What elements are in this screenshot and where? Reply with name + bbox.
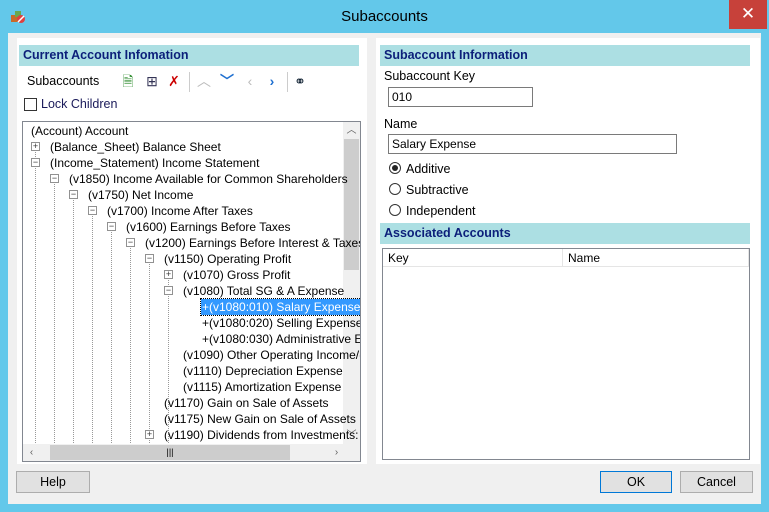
cancel-button[interactable]: Cancel <box>680 471 753 493</box>
tree-item-label: (v1175) New Gain on Sale of Assets <box>164 412 356 426</box>
name-label: Name <box>384 117 418 131</box>
collapse-icon[interactable]: − <box>145 254 154 263</box>
subaccount-info-header: Subaccount Information <box>380 45 750 66</box>
tree-item-label: (v1190) Dividends from Investments: Comm… <box>164 428 360 442</box>
collapse-icon[interactable]: − <box>107 222 116 231</box>
independent-radio[interactable] <box>389 204 401 216</box>
column-header-name[interactable]: Name <box>563 249 749 267</box>
insert-icon[interactable]: ⊞ <box>143 72 161 90</box>
move-up-icon[interactable]: ︿ <box>195 72 213 90</box>
column-header-key[interactable]: Key <box>383 249 563 267</box>
horizontal-scroll-thumb[interactable]: ||| <box>50 445 290 460</box>
tree-guide-line <box>35 147 36 445</box>
independent-label: Independent <box>406 204 476 218</box>
tree-guide-line <box>130 243 131 445</box>
tree-item-label: +(v1080:010) Salary Expense <box>199 298 361 316</box>
current-account-header: Current Account Infomation <box>19 45 359 66</box>
associated-accounts-grid[interactable]: Key Name <box>382 248 750 460</box>
tree-item-label: (v1700) Income After Taxes <box>107 204 253 218</box>
tree-item-label: (v1750) Net Income <box>88 188 194 202</box>
tree-guide-line <box>54 179 55 445</box>
tree-item-label: (Account) Account <box>31 124 129 138</box>
tree-item-label: (v1200) Earnings Before Interest & Taxes <box>145 236 361 250</box>
lock-children-label: Lock Children <box>41 97 118 111</box>
tree-guide-line <box>92 211 93 445</box>
ok-button[interactable]: OK <box>600 471 672 493</box>
tree-item-label: (v1600) Earnings Before Taxes <box>126 220 291 234</box>
close-icon[interactable]: ✕ <box>729 0 767 29</box>
collapse-icon[interactable]: − <box>50 174 59 183</box>
collapse-icon[interactable]: − <box>164 286 173 295</box>
tree-item-label: (v1080) Total SG & A Expense <box>183 284 345 298</box>
tree-item-label: (v1090) Other Operating Income/(Expense) <box>183 348 361 362</box>
collapse-icon[interactable]: − <box>31 158 40 167</box>
tree-item-label: (Balance_Sheet) Balance Sheet <box>50 140 221 154</box>
subaccount-key-label: Subaccount Key <box>384 69 476 83</box>
tree-item-label: (v1115) Amortization Expense <box>183 380 342 394</box>
toolbar-separator <box>287 72 288 92</box>
tree-guide-line <box>73 195 74 445</box>
binoculars-find-icon[interactable]: ⚭ <box>291 72 309 90</box>
delete-document-icon[interactable]: ✗ <box>165 72 183 90</box>
subaccount-key-input[interactable]: 010 <box>388 87 533 107</box>
collapse-icon[interactable]: − <box>69 190 78 199</box>
subtractive-radio[interactable] <box>389 183 401 195</box>
associated-accounts-header: Associated Accounts <box>380 223 750 244</box>
tree-item-label: (v1070) Gross Profit <box>183 268 291 282</box>
expand-icon[interactable]: + <box>164 270 173 279</box>
horizontal-scrollbar[interactable]: ‹ ||| › <box>23 444 345 461</box>
additive-radio[interactable] <box>389 162 401 174</box>
tree-item-label: +(v1080:030) Administrative Expense <box>202 332 360 346</box>
tree-item-label: (Income_Statement) Income Statement <box>50 156 260 170</box>
title-bar: Subaccounts ✕ <box>0 0 769 33</box>
expand-icon[interactable]: + <box>145 430 154 439</box>
collapse-icon[interactable]: − <box>88 206 97 215</box>
tree-item-label: (v1850) Income Available for Common Shar… <box>69 172 348 186</box>
additive-label: Additive <box>406 162 451 176</box>
subtractive-label: Subtractive <box>406 183 469 197</box>
add-document-icon[interactable]: 🗎 <box>119 72 137 90</box>
scroll-up-icon[interactable]: ︿ <box>343 122 360 139</box>
toolbar-label: Subaccounts <box>27 74 100 88</box>
help-button[interactable]: Help <box>16 471 90 493</box>
name-input[interactable]: Salary Expense <box>388 134 677 154</box>
scroll-corner <box>343 444 360 461</box>
account-tree[interactable]: ︿ ﹀ ‹ ||| › (Account) Account + (Balance_S… <box>22 121 361 462</box>
lock-children-checkbox[interactable] <box>24 98 37 111</box>
scroll-left-icon[interactable]: ‹ <box>23 444 40 461</box>
tree-item-label: (v1110) Depreciation Expense <box>183 364 343 378</box>
expand-icon[interactable]: + <box>31 142 40 151</box>
collapse-icon[interactable]: − <box>126 238 135 247</box>
move-left-icon[interactable]: ‹ <box>241 72 259 90</box>
tree-guide-line <box>149 259 150 445</box>
move-down-icon[interactable]: ﹀ <box>218 72 236 90</box>
tree-item-label: (v1150) Operating Profit <box>164 252 292 266</box>
tree-item-label: +(v1080:020) Selling Expense <box>202 316 361 330</box>
move-right-icon[interactable]: › <box>263 72 281 90</box>
toolbar-separator <box>189 72 190 92</box>
tree-guide-line <box>111 227 112 445</box>
window-title: Subaccounts <box>341 8 428 25</box>
tree-item-label: (v1170) Gain on Sale of Assets <box>164 396 329 410</box>
